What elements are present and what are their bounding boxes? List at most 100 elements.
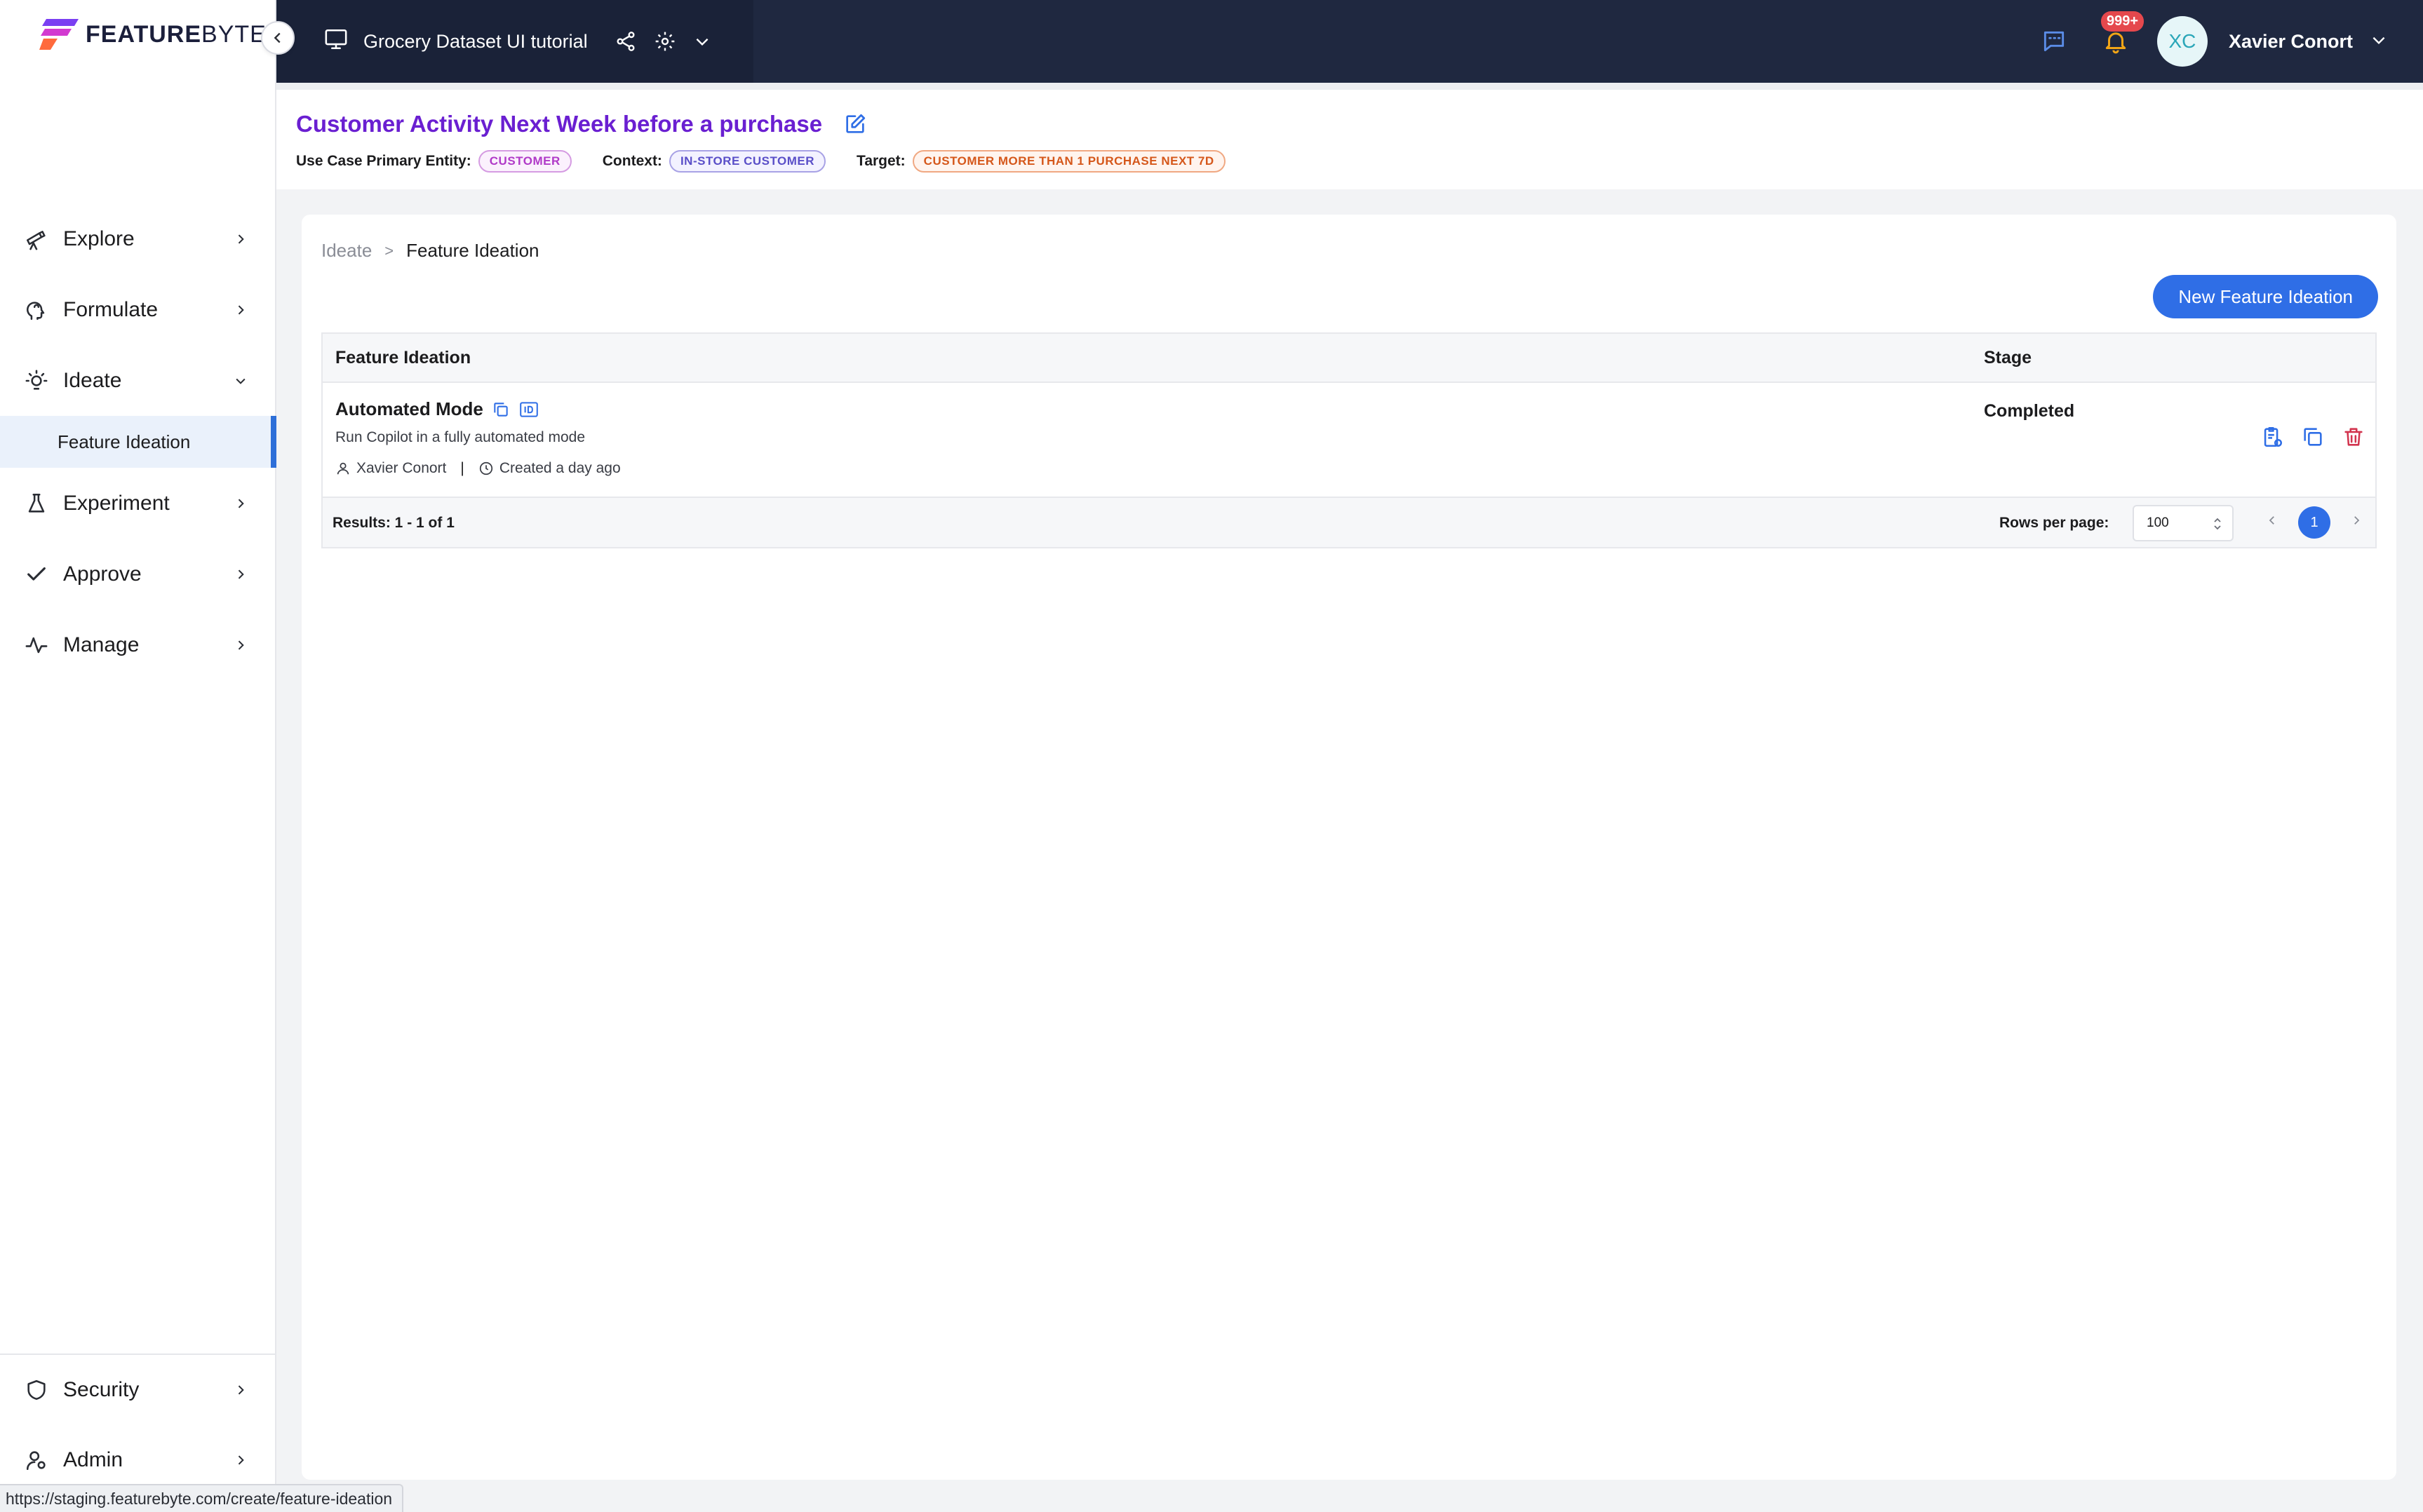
main-nav: Explore Formulate Ideate Feature Ideatio… [0,203,276,680]
flask-icon [24,491,49,516]
chevron-down-icon[interactable] [693,32,711,50]
ideation-description: Run Copilot in a fully automated mode [335,429,586,445]
link-preview-status-bar: https://staging.featurebyte.com/create/f… [0,1484,404,1512]
share-icon[interactable] [615,30,637,53]
nav-item-formulate[interactable]: Formulate [0,274,275,345]
nav-item-experiment[interactable]: Experiment [0,468,275,539]
nav-label: Security [63,1378,140,1401]
notifications-bell-icon[interactable]: 999+ [2100,11,2145,55]
sidebar-item-feature-ideation[interactable]: Feature Ideation [0,416,276,468]
ideation-created: Created a day ago [499,460,621,476]
project-selector[interactable]: Grocery Dataset UI tutorial [276,0,753,83]
chevron-right-icon [231,565,250,583]
ideation-meta: Xavier Conort | Created a day ago [335,460,621,477]
avatar[interactable]: XC [2156,16,2208,67]
ideation-name[interactable]: Automated Mode [335,398,483,420]
id-card-icon[interactable] [518,400,539,419]
top-bar: Grocery Dataset UI tutorial 999+ XC Xavi… [276,0,2423,83]
featurebyte-logo[interactable]: FEATUREBYTE [39,17,267,52]
stage-value: Completed [1984,401,2075,421]
copy-icon[interactable] [492,400,510,419]
clock-icon [478,461,494,476]
chevron-right-icon [231,301,250,319]
target-badge[interactable]: CUSTOMER MORE THAN 1 PURCHASE NEXT 7D [912,150,1226,173]
feature-ideation-panel: Ideate > Feature Ideation New Feature Id… [302,215,2396,1480]
new-feature-ideation-button[interactable]: New Feature Ideation [2153,275,2378,318]
chevron-left-icon [274,32,281,43]
user-name[interactable]: Xavier Conort [2229,31,2353,53]
breadcrumb-current: Feature Ideation [406,240,539,261]
context-label: Context: [602,153,662,169]
nav-item-approve[interactable]: Approve [0,539,275,609]
breadcrumb: Ideate > Feature Ideation [321,240,539,262]
chevron-right-icon [231,494,250,513]
row-actions [2260,425,2365,452]
rows-per-page-select[interactable]: 100 [2133,505,2234,541]
chevron-down-icon [231,372,250,390]
pagination: 1 [2266,506,2363,539]
nav-label: Explore [63,227,135,250]
nav-item-manage[interactable]: Manage [0,609,275,680]
nav-item-security[interactable]: Security [0,1355,275,1425]
user-gear-icon [24,1447,49,1473]
entity-label: Use Case Primary Entity: [296,153,471,169]
lightbulb-icon [24,368,49,393]
use-case-title: Customer Activity Next Week before a pur… [296,111,823,137]
nav-label: Manage [63,633,140,656]
nav-label: Admin [63,1448,123,1471]
clipboard-view-icon[interactable] [2260,425,2284,452]
nav-sub-label: Feature Ideation [58,431,191,452]
chevron-right-icon [231,230,250,248]
chevron-right-icon [231,1451,250,1469]
head-brain-icon [24,297,49,323]
monitor-icon [323,27,349,56]
breadcrumb-ideate-link[interactable]: Ideate [321,240,372,262]
edit-icon[interactable] [843,112,867,136]
nav-label: Formulate [63,297,159,321]
nav-item-ideate[interactable]: Ideate [0,345,275,416]
telescope-icon [24,227,49,252]
gear-icon[interactable] [654,30,676,53]
use-case-header: Customer Activity Next Week before a pur… [276,83,2423,189]
chevron-right-icon [231,1381,250,1399]
ideation-name-cell: Automated Mode [335,398,539,420]
nav-item-explore[interactable]: Explore [0,203,275,274]
sidebar: FEATUREBYTE Explore Formulate Ideate Fea… [0,0,276,1512]
chevron-down-icon[interactable] [2370,31,2388,53]
chevron-right-icon [231,636,250,654]
project-name: Grocery Dataset UI tutorial [363,30,588,52]
use-case-meta: Use Case Primary Entity: CUSTOMER Contex… [296,150,1256,173]
ideation-author: Xavier Conort [356,460,447,476]
results-count: Results: 1 - 1 of 1 [333,515,455,531]
meta-divider: | [460,460,464,476]
nav-label: Ideate [63,368,122,392]
entity-badge[interactable]: CUSTOMER [478,150,572,173]
trash-icon[interactable] [2342,425,2365,452]
feature-ideation-table: Feature Ideation Stage Automated Mode Ru… [321,332,2377,548]
rows-per-page-value: 100 [2147,515,2169,530]
page-number-button[interactable]: 1 [2298,506,2330,539]
table-row[interactable]: Automated Mode Run Copilot in a fully au… [323,383,2375,498]
select-updown-icon [2213,515,2222,537]
table-header: Feature Ideation Stage [323,334,2375,383]
user-icon [335,461,351,476]
shield-icon [24,1377,49,1403]
top-right-controls: 999+ XC Xavier Conort [2041,0,2388,83]
target-label: Target: [857,153,906,169]
nav-label: Approve [63,562,142,586]
breadcrumb-separator: > [384,241,394,259]
checkmark-icon [24,562,49,587]
collapse-sidebar-button[interactable] [261,21,295,55]
chat-icon[interactable] [2041,28,2067,55]
rows-per-page-label: Rows per page: [1999,515,2109,531]
activity-pulse-icon [24,633,49,658]
featurebyte-logo-icon [39,19,79,50]
column-header-stage[interactable]: Stage [1984,348,2032,368]
next-page-icon[interactable] [2350,514,2363,531]
table-footer: Results: 1 - 1 of 1 Rows per page: 100 1 [323,498,2375,547]
prev-page-icon[interactable] [2266,514,2278,531]
page-title: Customer Activity Next Week before a pur… [296,111,867,137]
column-header-feature-ideation[interactable]: Feature Ideation [335,348,471,368]
duplicate-icon[interactable] [2301,425,2325,452]
context-badge[interactable]: IN-STORE CUSTOMER [669,150,826,173]
